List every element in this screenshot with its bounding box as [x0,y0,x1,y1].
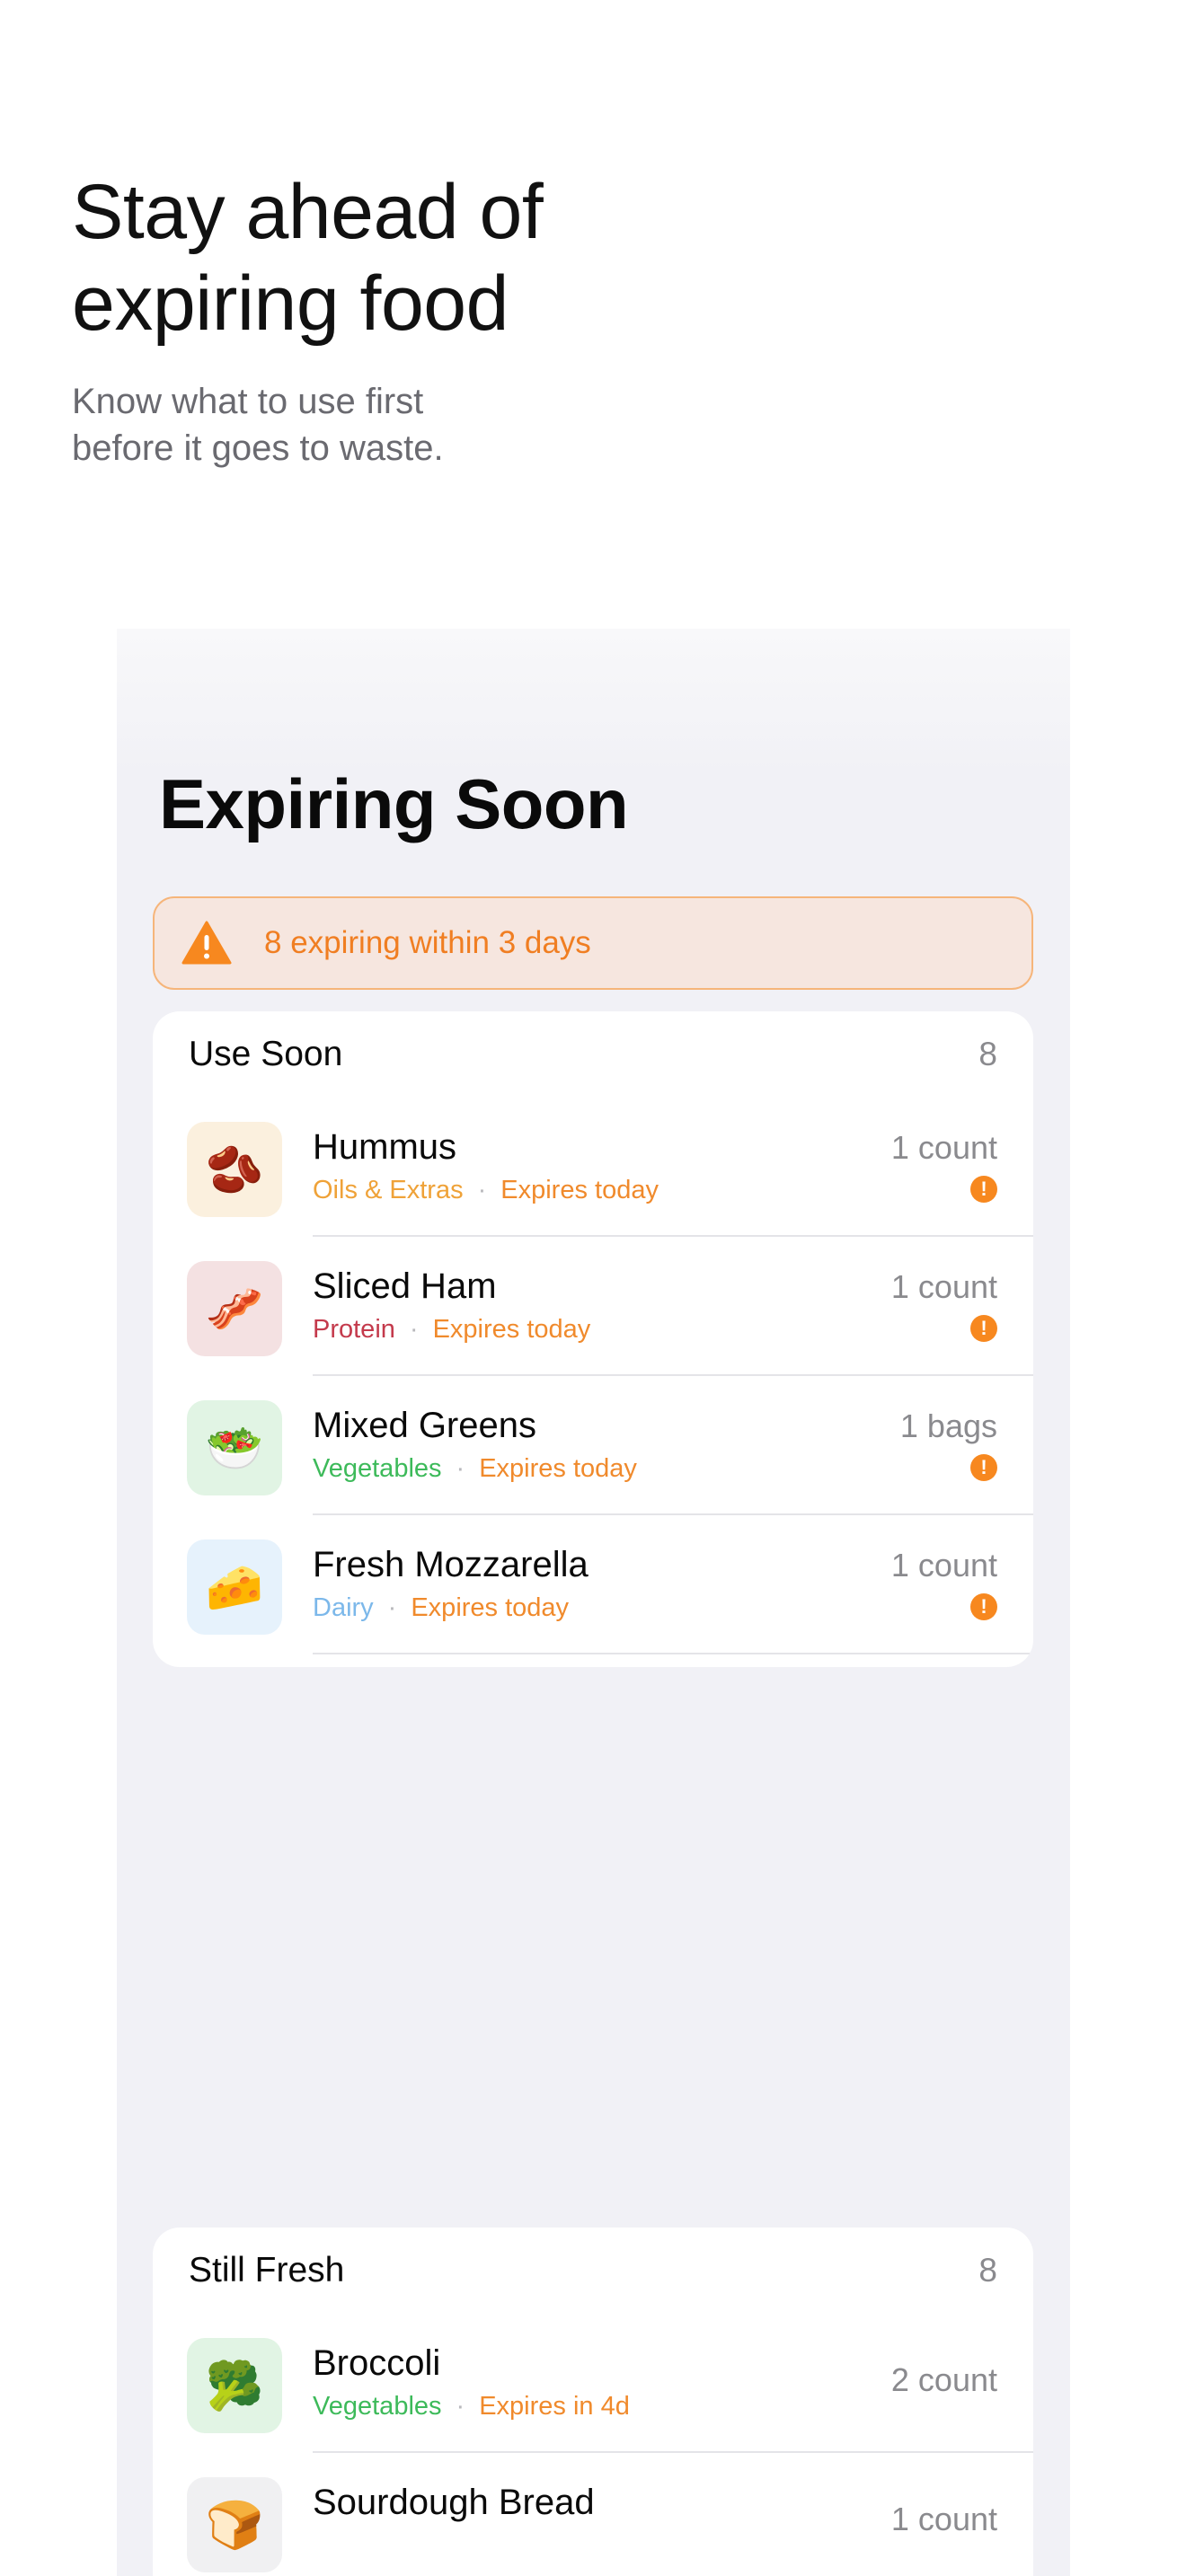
list-item[interactable]: 🧀 Fresh Mozzarella Dairy · Expires today 1 co… [153,1515,1033,1654]
exclamation-circle-icon: ! [970,1315,997,1342]
broccoli-icon: 🥦 [187,2338,282,2433]
exclamation-circle-icon: ! [970,1176,997,1203]
section-use-soon: Use Soon 8 🫘 Hummus Oils & Extras · Expires … [153,1011,1033,1667]
item-meta: Vegetables · Expires today [313,1454,637,1484]
exclamation-circle-icon: ! [970,1593,997,1620]
section-header: Use Soon 8 [153,1011,1033,1098]
item-quantity: 2 count [890,2361,997,2398]
app-screen: Expiring Soon 8 expiring within 3 days U… [117,629,1070,2576]
item-expiry: Expires today [479,1454,637,1483]
item-category: Oils & Extras [313,1176,464,1204]
item-quantity: 1 count [890,1547,997,1584]
item-name: Mixed Greens [313,1406,536,1445]
item-quantity: 1 count [890,2501,997,2537]
section-title: Use Soon [189,1035,343,1073]
separator-dot: · [409,1315,419,1344]
hero-title: Stay ahead of expiring food [72,169,544,347]
item-expiry: Expires in 4d [479,2392,630,2421]
list-item[interactable]: 🍞 Sourdough Bread 1 count [153,2453,1033,2576]
item-category: Dairy [313,1593,374,1622]
bacon-icon: 🥓 [187,1261,282,1356]
separator-dot: · [456,1454,465,1483]
item-name: Sliced Ham [313,1266,497,1306]
beans-icon: 🫘 [187,1122,282,1217]
separator-dot: · [456,2392,465,2421]
item-meta: Vegetables · Expires in 4d [313,2392,630,2422]
item-name: Fresh Mozzarella [313,1545,589,1584]
item-name: Broccoli [313,2343,441,2383]
alert-text: 8 expiring within 3 days [264,925,591,960]
item-category: Vegetables [313,1454,442,1483]
bread-icon: 🍞 [187,2477,282,2572]
section-count: 8 [978,1036,997,1072]
item-quantity: 1 count [890,1129,997,1166]
item-expiry: Expires today [500,1176,659,1204]
section-header: Still Fresh 8 [153,2228,1033,2314]
item-category: Protein [313,1315,395,1344]
list-item[interactable]: 🥓 Sliced Ham Protein · Expires today 1 count! [153,1237,1033,1376]
item-name: Sourdough Bread [313,2483,595,2522]
hero: Stay ahead of expiring food Know what to… [72,166,881,472]
item-quantity: 1 count [890,1268,997,1305]
warning-triangle-icon [181,921,232,965]
item-meta: Oils & Extras · Expires today [313,1176,659,1205]
list-item[interactable]: 🫘 Hummus Oils & Extras · Expires today 1 coun… [153,1098,1033,1237]
salad-icon: 🥗 [187,1400,282,1495]
item-name: Hummus [313,1127,457,1167]
item-list: 🫘 Hummus Oils & Extras · Expires today 1 coun… [153,1098,1033,1667]
page-title: Expiring Soon [159,764,629,843]
section-count: 8 [978,2252,997,2289]
separator-dot: · [387,1593,397,1622]
cheese-icon: 🧀 [187,1539,282,1635]
list-item[interactable]: 🥗 Mixed Greens Vegetables · Expires today 1 b… [153,1376,1033,1515]
item-category: Vegetables [313,2392,442,2421]
list-item[interactable]: 🥦 Broccoli Vegetables · Expires in 4d 2 count [153,2314,1033,2453]
hero-subtitle: Know what to use first before it goes to… [72,382,444,468]
item-expiry: Expires today [411,1593,570,1622]
item-meta: Dairy · Expires today [313,1593,569,1623]
section-title: Still Fresh [189,2251,345,2289]
item-expiry: Expires today [432,1315,591,1344]
exclamation-circle-icon: ! [970,1454,997,1481]
item-meta: Protein · Expires today [313,1315,590,1345]
item-list: 🥦 Broccoli Vegetables · Expires in 4d 2 count… [153,2314,1033,2576]
expiring-alert-banner[interactable]: 8 expiring within 3 days [153,896,1033,990]
section-still-fresh: Still Fresh 8 🥦 Broccoli Vegetables · Expire… [153,2228,1033,2576]
item-quantity: 1 bags [899,1407,997,1444]
list-item[interactable]: 🐟Salmon FilletProtein·Expires tomorrow2 … [153,1654,1033,1667]
separator-dot: · [477,1176,487,1204]
